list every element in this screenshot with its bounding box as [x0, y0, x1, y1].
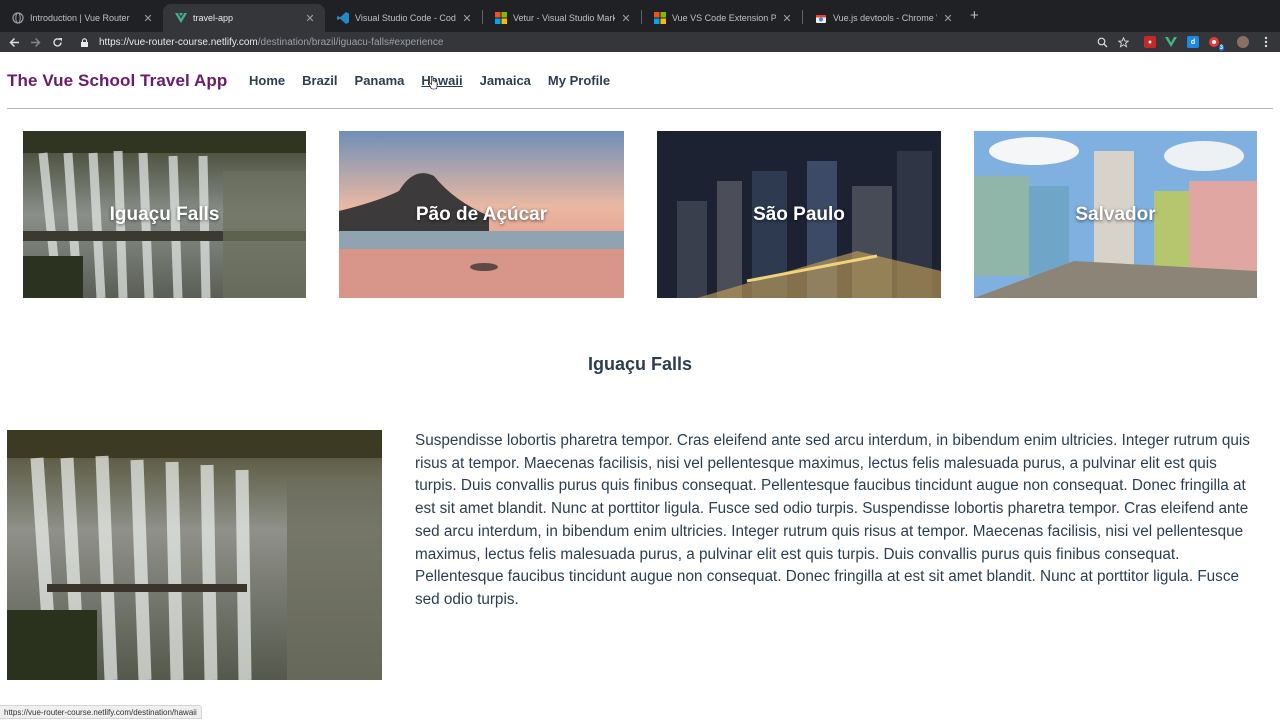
vue-logo-icon — [175, 12, 187, 24]
nav-brazil[interactable]: Brazil — [302, 73, 337, 88]
more-menu-icon[interactable] — [1258, 34, 1274, 50]
waterfall-photo — [7, 430, 382, 680]
browser-tab-vue-router[interactable]: Introduction | Vue Router ✕ — [0, 4, 163, 32]
browser-tab-vue-devtools[interactable]: Vue.js devtools - Chrome Web ✕ — [803, 4, 963, 32]
destination-hero-image — [7, 430, 382, 680]
close-tab-icon[interactable]: ✕ — [943, 12, 953, 25]
experience-card-sao-paulo[interactable]: São Paulo — [657, 131, 941, 298]
close-tab-icon[interactable]: ✕ — [621, 12, 631, 25]
experience-card-title: Pão de Açúcar — [415, 203, 548, 225]
nav-home[interactable]: Home — [249, 73, 285, 88]
back-arrow-icon[interactable] — [6, 34, 22, 50]
extension-badge-icon[interactable]: 3 — [1208, 36, 1224, 51]
destination-title: Iguaçu Falls — [587, 354, 693, 374]
experience-card-salvador[interactable]: Salvador — [974, 131, 1257, 298]
experience-card-title: Salvador — [1075, 203, 1156, 225]
experience-card-title: São Paulo — [753, 203, 845, 225]
browser-toolbar: https:// vue-router-course.netlify.com /… — [0, 32, 1280, 52]
browser-tab-vetur[interactable]: Vetur - Visual Studio Marketpl ✕ — [483, 4, 641, 32]
browser-tab-strip: Introduction | Vue Router ✕ travel-app ✕… — [0, 0, 1280, 32]
zoom-icon[interactable] — [1094, 34, 1110, 50]
vue-devtools-extension-icon[interactable] — [1165, 36, 1177, 48]
microsoft-icon — [654, 12, 666, 24]
experience-cards: Iguaçu Falls Pão de Açúcar São Paulo Sal… — [0, 131, 1280, 299]
vscode-icon — [337, 12, 349, 24]
destination-description: Suspendisse lobortis pharetra tempor. Cr… — [415, 432, 1250, 608]
page-viewport: The Vue School Travel App Home Brazil Pa… — [0, 52, 1280, 720]
close-tab-icon[interactable]: ✕ — [782, 12, 792, 25]
new-tab-plus-icon[interactable]: + — [970, 8, 979, 23]
close-tab-icon[interactable]: ✕ — [143, 12, 153, 25]
nav-divider — [7, 108, 1273, 109]
globe-icon — [12, 12, 24, 24]
star-bookmark-icon[interactable] — [1115, 34, 1131, 50]
extension-d-icon[interactable]: d — [1187, 36, 1199, 48]
lock-icon — [80, 37, 89, 47]
browser-tab-vscode[interactable]: Visual Studio Code - Code Edit ✕ — [325, 4, 482, 32]
nav-panama[interactable]: Panama — [355, 73, 405, 88]
browser-tab-vue-extension-pack[interactable]: Vue VS Code Extension Pack - ✕ — [642, 4, 802, 32]
url-path: /destination/brazil/iguacu-falls#experie… — [257, 36, 444, 48]
extension-record-icon[interactable]: ● — [1144, 36, 1156, 48]
chrome-webstore-icon — [815, 12, 827, 24]
experience-card-pao-de-acucar[interactable]: Pão de Açúcar — [339, 131, 624, 298]
nav-my-profile[interactable]: My Profile — [548, 73, 610, 88]
link-status-bar: https://vue-router-course.netlify.com/de… — [0, 705, 202, 719]
reload-icon[interactable] — [49, 34, 65, 50]
microsoft-icon — [495, 12, 507, 24]
address-bar[interactable]: https:// vue-router-course.netlify.com /… — [76, 33, 1081, 51]
close-tab-icon[interactable]: ✕ — [305, 12, 315, 25]
url-host: vue-router-course.netlify.com — [129, 36, 258, 48]
profile-avatar[interactable] — [1237, 36, 1249, 48]
nav-jamaica[interactable]: Jamaica — [480, 73, 531, 88]
brand-logo-text[interactable]: The Vue School Travel App — [7, 71, 227, 91]
browser-tab-travel-app[interactable]: travel-app ✕ — [163, 4, 325, 32]
main-nav: Home Brazil Panama Hawaii Jamaica My Pro… — [249, 73, 627, 88]
url-scheme: https:// — [99, 36, 130, 48]
forward-arrow-icon[interactable] — [27, 34, 43, 50]
experience-card-iguacu-falls[interactable]: Iguaçu Falls — [23, 131, 306, 298]
experience-card-title: Iguaçu Falls — [109, 203, 220, 225]
mouse-cursor-icon — [428, 76, 438, 90]
close-tab-icon[interactable]: ✕ — [462, 12, 472, 25]
